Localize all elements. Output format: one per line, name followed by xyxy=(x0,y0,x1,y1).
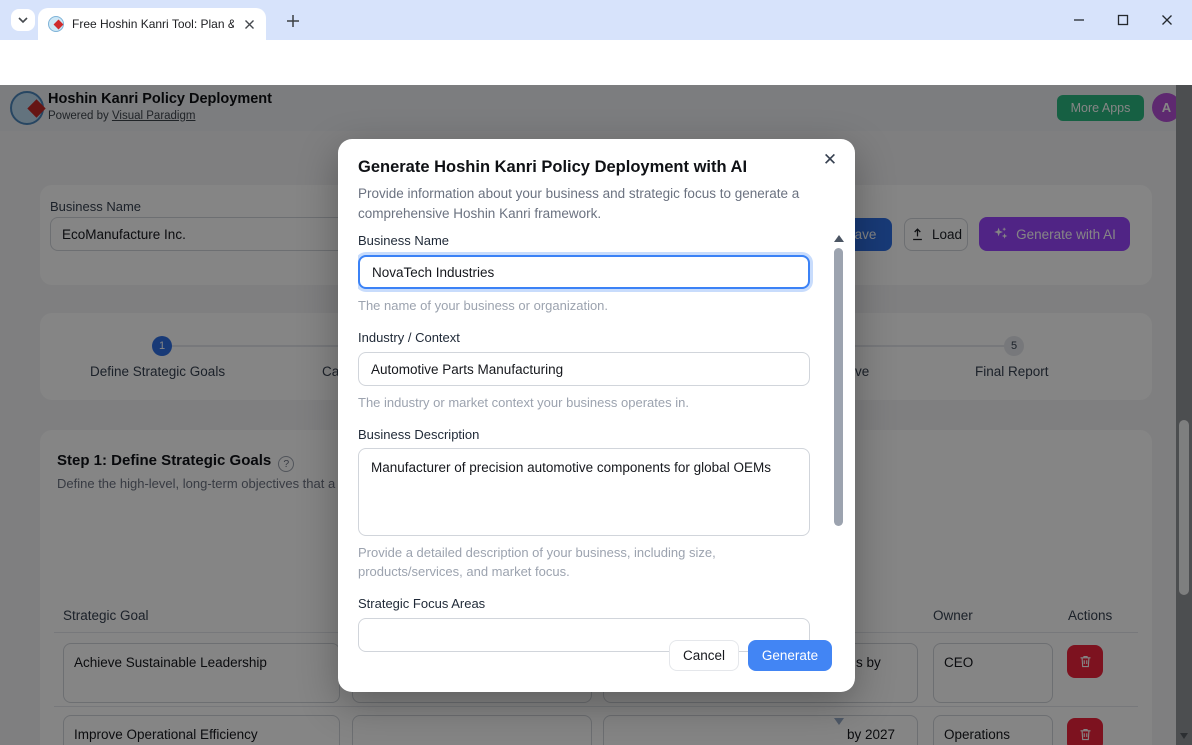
business-description-textarea[interactable]: Manufacturer of precision automotive com… xyxy=(358,448,810,537)
scroll-up-arrow-icon[interactable] xyxy=(834,235,844,242)
browser-titlebar: Free Hoshin Kanri Tool: Plan & E xyxy=(0,0,1192,40)
modal-title: Generate Hoshin Kanri Policy Deployment … xyxy=(358,158,748,176)
modal-scrollbar-thumb[interactable] xyxy=(834,248,843,526)
business-name-label: Business Name xyxy=(358,233,450,248)
visual-paradigm-favicon-icon xyxy=(48,16,64,32)
plus-icon xyxy=(287,15,299,27)
tab-close-icon[interactable] xyxy=(240,15,258,33)
modal-footer: Cancel Generate xyxy=(669,640,832,671)
new-tab-button[interactable] xyxy=(280,11,306,31)
business-description-label: Business Description xyxy=(358,427,480,443)
screen: Free Hoshin Kanri Tool: Plan & E ai-tool… xyxy=(0,0,1192,745)
browser-tab[interactable]: Free Hoshin Kanri Tool: Plan & E xyxy=(38,8,266,40)
cancel-button[interactable]: Cancel xyxy=(669,640,739,671)
modal-scrollbar[interactable] xyxy=(832,235,845,725)
generate-ai-modal: ✕ Generate Hoshin Kanri Policy Deploymen… xyxy=(338,139,855,725)
window-controls xyxy=(1072,0,1184,40)
business-description-help: Provide a detailed description of your b… xyxy=(358,545,716,579)
tab-title: Free Hoshin Kanri Tool: Plan & E xyxy=(72,17,234,31)
generate-button[interactable]: Generate xyxy=(748,640,832,671)
business-name-help: The name of your business or organizatio… xyxy=(358,298,609,313)
modal-business-name-input[interactable] xyxy=(358,255,810,289)
industry-input[interactable] xyxy=(358,352,810,387)
focus-areas-label: Strategic Focus Areas xyxy=(358,595,486,611)
close-button[interactable] xyxy=(1160,13,1174,27)
modal-close-icon[interactable]: ✕ xyxy=(820,150,840,170)
industry-label: Industry / Context xyxy=(358,330,460,346)
modal-subtitle: Provide information about your business … xyxy=(358,186,800,221)
chevron-down-icon xyxy=(18,17,28,24)
maximize-button[interactable] xyxy=(1116,13,1130,27)
browser-toolbar: ai-toolbox.visual-paradigm.com/app/hoshi… xyxy=(0,40,1192,119)
industry-help: The industry or market context your busi… xyxy=(358,395,689,411)
minimize-button[interactable] xyxy=(1072,13,1086,27)
scroll-down-arrow-icon[interactable] xyxy=(834,718,844,725)
tab-search-button[interactable] xyxy=(11,9,35,31)
